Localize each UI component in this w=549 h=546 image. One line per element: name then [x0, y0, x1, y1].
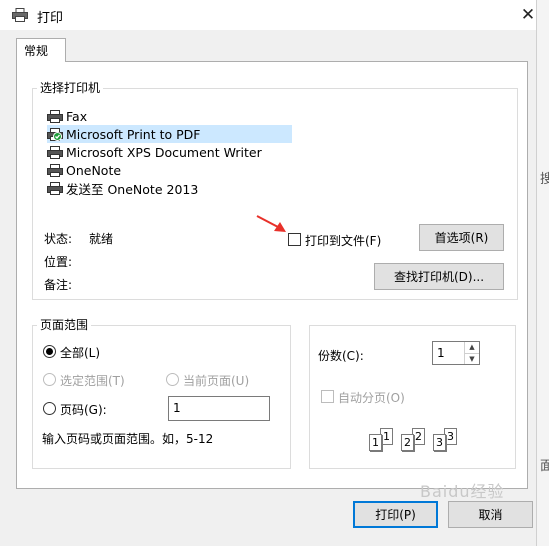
printer-icon — [47, 163, 63, 177]
printer-label: Microsoft Print to PDF — [66, 126, 201, 142]
all-pages-label[interactable]: 全部(L) — [60, 344, 100, 361]
printer-label: 发送至 OneNote 2013 — [66, 181, 199, 197]
selection-radio — [43, 373, 56, 386]
pages-label[interactable]: 页码(G): — [60, 401, 107, 418]
page-range-label: 页面范围 — [37, 318, 92, 332]
print-button[interactable]: 打印(P) — [353, 501, 438, 528]
printer-label: Microsoft XPS Document Writer — [66, 144, 262, 160]
find-printer-button[interactable]: 查找打印机(D)... — [374, 263, 504, 290]
page-range-hint: 输入页码或页面范围。如，5-12 — [42, 432, 214, 446]
printer-item-microsoft-xps-document-writer[interactable]: Microsoft XPS Document Writer — [47, 143, 292, 161]
selection-label: 选定范围(T) — [60, 374, 125, 388]
spin-down-icon[interactable]: ▼ — [465, 354, 479, 365]
spin-up-icon[interactable]: ▲ — [465, 342, 479, 354]
tab-general[interactable]: 常规 — [16, 38, 66, 62]
radio-dot — [46, 348, 53, 355]
printer-icon — [12, 8, 28, 22]
annotation-arrow-icon — [256, 215, 286, 232]
printer-item-send-to-onenote-2013[interactable]: 发送至 OneNote 2013 — [47, 179, 292, 197]
printer-label: Fax — [66, 108, 88, 124]
current-page-label: 当前页面(U) — [183, 374, 250, 388]
pages-input[interactable]: 1 — [168, 396, 270, 421]
collate-checkbox — [321, 390, 334, 403]
watermark: Baidu经验 — [420, 482, 505, 501]
status-label: 状态: — [44, 232, 73, 246]
preferences-button[interactable]: 首选项(R) — [419, 224, 504, 251]
collate-page: 3 — [433, 434, 446, 451]
copies-spinner[interactable]: ▲ ▼ — [464, 342, 479, 364]
comment-label: 备注: — [44, 278, 73, 292]
background-text: 面 — [540, 459, 549, 474]
select-printer-label: 选择打印机 — [37, 81, 104, 95]
printer-item-microsoft-print-to-pdf[interactable]: Microsoft Print to PDF — [47, 125, 292, 143]
status-value: 就绪 — [89, 232, 114, 246]
background-text: 搜 — [540, 172, 549, 187]
printer-label: OneNote — [66, 162, 122, 178]
window-title: 打印 — [37, 11, 64, 26]
current-page-radio — [166, 373, 179, 386]
all-pages-radio[interactable] — [43, 345, 56, 358]
printer-icon — [47, 145, 63, 159]
print-to-file-label[interactable]: 打印到文件(F) — [305, 232, 381, 249]
close-icon: ✕ — [520, 5, 536, 25]
title-bar — [0, 0, 549, 30]
printer-icon — [47, 181, 63, 195]
cancel-button[interactable]: 取消 — [448, 501, 533, 528]
printer-item-fax[interactable]: Fax — [47, 107, 292, 125]
collate-label: 自动分页(O) — [338, 391, 405, 405]
print-to-file-checkbox[interactable] — [288, 233, 301, 246]
collate-page: 2 — [401, 434, 414, 451]
printer-item-onenote[interactable]: OneNote — [47, 161, 292, 179]
collate-page: 1 — [369, 434, 382, 451]
copies-label: 份数(C): — [318, 349, 364, 363]
fax-printer-icon — [47, 109, 63, 123]
location-label: 位置: — [44, 255, 73, 269]
default-printer-icon — [47, 127, 63, 141]
pages-radio[interactable] — [43, 402, 56, 415]
